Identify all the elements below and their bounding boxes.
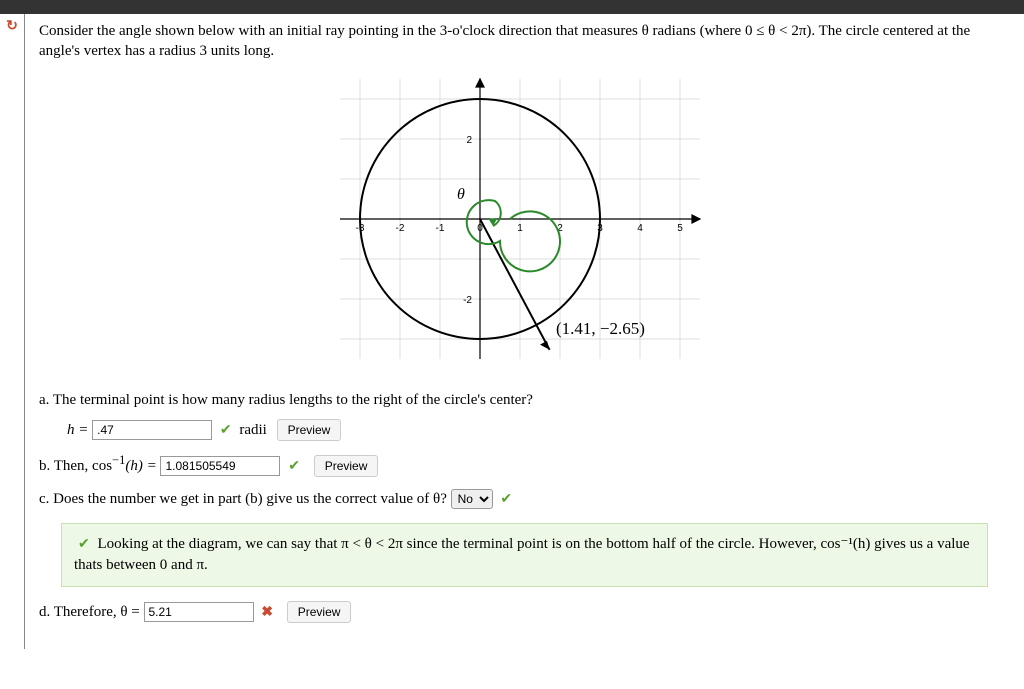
problem-intro: Consider the angle shown below with an i… bbox=[39, 22, 1010, 61]
reload-column: ↻ bbox=[0, 14, 24, 649]
terminal-point: (1.41, −2.65) bbox=[556, 319, 645, 338]
preview-button-d[interactable]: Preview bbox=[287, 601, 352, 623]
terminal-ray bbox=[480, 219, 550, 350]
part-a-unit: radii bbox=[239, 422, 270, 438]
part-a: a. The terminal point is how many radius… bbox=[39, 392, 1010, 441]
part-c-text: c. Does the number we get in part (b) gi… bbox=[39, 491, 447, 507]
terminal-point-label: (1.41, −2.65) bbox=[556, 319, 645, 338]
svg-text:-2: -2 bbox=[463, 295, 472, 306]
part-b-sup: −1 bbox=[112, 453, 125, 467]
check-icon: ✔ bbox=[220, 423, 232, 438]
part-a-answer-row: h = ✔ radii Preview bbox=[67, 419, 1010, 441]
check-icon: ✔ bbox=[78, 537, 90, 552]
check-icon: ✔ bbox=[288, 459, 300, 474]
part-c: c. Does the number we get in part (b) gi… bbox=[39, 489, 1010, 509]
svg-text:2: 2 bbox=[466, 135, 472, 146]
angle-circle-plot: -3-2-1 012 345 2 -2 θ bbox=[330, 69, 720, 369]
part-b-prefix: b. Then, cos bbox=[39, 458, 112, 474]
svg-text:-2: -2 bbox=[395, 223, 404, 234]
check-icon: ✔ bbox=[500, 492, 512, 507]
reload-icon[interactable]: ↻ bbox=[6, 19, 18, 34]
main-container: ↻ Consider the angle shown below with an… bbox=[0, 14, 1024, 649]
part-d-input[interactable] bbox=[144, 602, 254, 622]
svg-text:4: 4 bbox=[637, 223, 643, 234]
svg-text:-1: -1 bbox=[435, 223, 444, 234]
diagram: -3-2-1 012 345 2 -2 θ bbox=[39, 69, 1010, 374]
part-a-text: a. The terminal point is how many radius… bbox=[39, 392, 533, 408]
explanation-box: ✔ Looking at the diagram, we can say tha… bbox=[61, 523, 988, 587]
part-a-label: h = bbox=[67, 422, 92, 438]
window-top-bar bbox=[0, 0, 1024, 14]
part-a-input[interactable] bbox=[92, 420, 212, 440]
svg-text:1: 1 bbox=[517, 223, 523, 234]
content-area: Consider the angle shown below with an i… bbox=[24, 14, 1024, 649]
svg-text:5: 5 bbox=[677, 223, 683, 234]
angle-arc bbox=[466, 200, 559, 271]
theta-label: θ bbox=[457, 186, 465, 203]
part-b-mid: (h) = bbox=[125, 458, 160, 474]
preview-button-b[interactable]: Preview bbox=[314, 455, 379, 477]
explanation-text: Looking at the diagram, we can say that … bbox=[74, 536, 970, 573]
part-c-select[interactable]: No bbox=[451, 489, 493, 509]
preview-button-a[interactable]: Preview bbox=[277, 419, 342, 441]
cross-icon: ✖ bbox=[261, 605, 273, 620]
part-b-input[interactable] bbox=[160, 456, 280, 476]
part-b: b. Then, cos−1(h) = ✔ Preview bbox=[39, 453, 1010, 477]
part-d-prefix: d. Therefore, θ = bbox=[39, 604, 144, 620]
part-d: d. Therefore, θ = ✖ Preview bbox=[39, 601, 1010, 623]
